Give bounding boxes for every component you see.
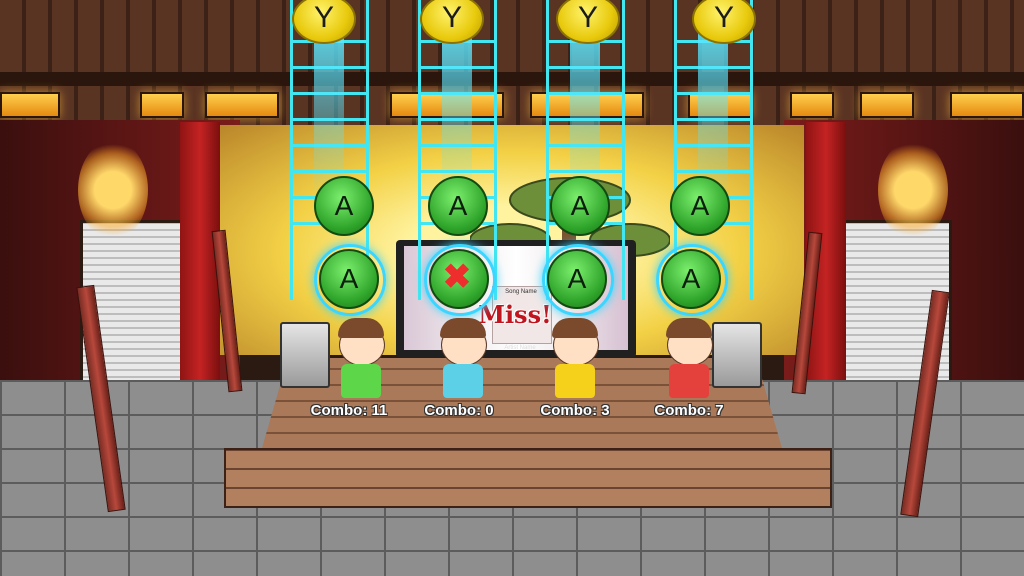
character-robe	[555, 364, 595, 398]
player-character-4	[664, 318, 714, 408]
ceiling-lamp	[0, 92, 60, 118]
ceiling-lamp	[790, 92, 834, 118]
a-note-lane-4: A	[670, 176, 730, 236]
ceiling-lamp	[205, 92, 279, 118]
ceiling-lamp	[860, 92, 914, 118]
red-x-miss-icon: ✖	[442, 258, 472, 296]
ceiling-lamp	[950, 92, 1024, 118]
combo-counter-player-4: Combo: 7	[654, 402, 724, 419]
left-speaker	[280, 322, 330, 388]
combo-counter-player-2: Combo: 0	[424, 402, 494, 419]
character-hair	[666, 318, 712, 338]
a-target-lane-1: A	[319, 249, 379, 309]
a-note-lane-1: A	[314, 176, 374, 236]
character-hair	[338, 318, 384, 338]
character-hair	[440, 318, 486, 338]
right-lantern	[878, 140, 948, 240]
game-scene: Song Name Artist Name Miss! Y Y Y Y A A …	[0, 0, 1024, 576]
a-target-lane-4: A	[661, 249, 721, 309]
combo-counter-player-1: Combo: 11	[310, 402, 388, 419]
player-character-2	[438, 318, 488, 408]
character-robe	[443, 364, 483, 398]
player-character-3	[550, 318, 600, 408]
left-lantern	[78, 140, 148, 240]
character-robe	[341, 364, 381, 398]
player-character-1	[336, 318, 386, 408]
right-speaker	[712, 322, 762, 388]
ceiling-lamp	[140, 92, 184, 118]
character-hair	[552, 318, 598, 338]
a-target-lane-3: A	[547, 249, 607, 309]
combo-counter-player-3: Combo: 3	[540, 402, 610, 419]
stage-platform-front	[224, 448, 832, 508]
a-note-lane-2: A	[428, 176, 488, 236]
character-robe	[669, 364, 709, 398]
ceiling-beam	[0, 72, 1024, 86]
a-note-lane-3: A	[550, 176, 610, 236]
